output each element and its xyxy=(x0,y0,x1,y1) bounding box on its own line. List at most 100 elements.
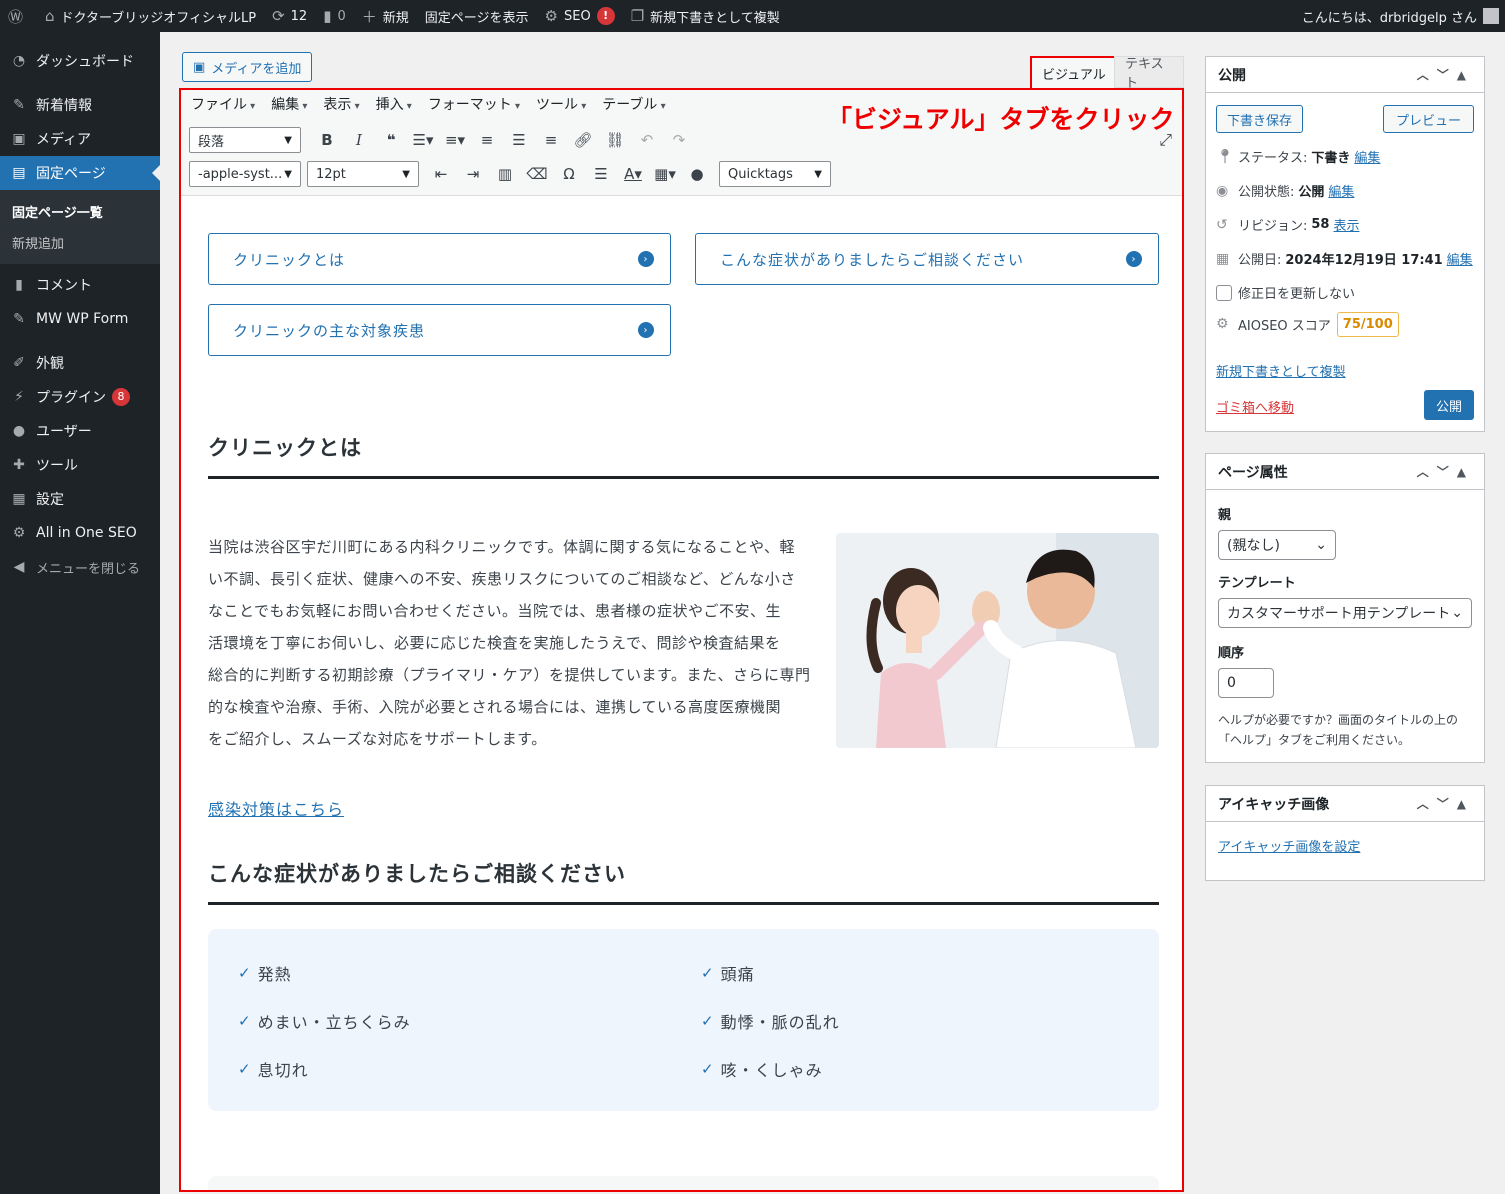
box-controls-icon[interactable]: ︿﹀▲ xyxy=(1417,463,1474,480)
submenu-all-pages[interactable]: 固定ページ一覧 xyxy=(0,196,160,227)
collapse-menu[interactable]: ◀ メニューを閉じる xyxy=(0,550,160,584)
font-size-select[interactable]: 12pt ▼ xyxy=(307,161,419,187)
menu-tools[interactable]: ツール xyxy=(536,94,586,114)
my-account[interactable]: こんにちは、drbridgelp さん xyxy=(1294,0,1505,32)
duplicate-draft-link[interactable]: ❐ 新規下書きとして複製 xyxy=(623,0,788,32)
number-list-icon[interactable]: ≡▾ xyxy=(441,127,469,153)
menu-file[interactable]: ファイル xyxy=(191,94,255,114)
editor-toolbar: ファイル 編集 表示 挿入 フォーマット ツール テーブル 「ビジュアル」タブを… xyxy=(181,90,1182,196)
publish-box-header[interactable]: 公開 ︿﹀▲ xyxy=(1206,57,1484,93)
edit-date-link[interactable]: 編集 xyxy=(1447,249,1473,268)
anchor-link-clinic[interactable]: クリニックとは › xyxy=(208,233,671,285)
chevron-down-icon: ⌄ xyxy=(1451,605,1463,621)
horizontal-line-icon[interactable]: ☰ xyxy=(587,161,615,187)
heading-symptoms: こんな症状がありましたらご相談ください xyxy=(208,858,1159,905)
font-family-select[interactable]: -apple-syst... ▼ xyxy=(189,161,301,187)
toolbar-row-1: 段落 ▼ B I ❝ ☰▾ ≡▾ ≡ ☰ ≡ 🔗︎ ⛓ ↶ ↷ xyxy=(189,126,693,154)
menu-format[interactable]: フォーマット xyxy=(428,94,520,114)
trash-link[interactable]: ゴミ箱へ移動 xyxy=(1216,397,1294,416)
menu-users[interactable]: ● ユーザー xyxy=(0,414,160,448)
redo-icon[interactable]: ↷ xyxy=(665,127,693,153)
edit-status-link[interactable]: 編集 xyxy=(1354,147,1380,166)
updates-link[interactable]: ⟳ 12 xyxy=(264,0,315,32)
anchor-link-symptoms[interactable]: こんな症状がありましたらご相談ください › xyxy=(695,233,1159,285)
set-featured-image-link[interactable]: アイキャッチ画像を設定 xyxy=(1218,836,1360,855)
quicktags-select[interactable]: Quicktags ▼ xyxy=(719,161,831,187)
view-page-link[interactable]: 固定ページを表示 xyxy=(417,0,537,32)
text-color-icon[interactable]: A▾ xyxy=(619,161,647,187)
menu-insert[interactable]: 挿入 xyxy=(376,94,412,114)
plus-icon: ＋ xyxy=(361,7,377,26)
outdent-icon[interactable]: ⇤ xyxy=(427,161,455,187)
special-char-icon[interactable]: Ω xyxy=(555,161,583,187)
menu-dashboard[interactable]: ◔ ダッシュボード xyxy=(0,44,160,78)
symptoms-list: ✓ 発熱 ✓ 頭痛 ✓ めまい・立ちくらみ ✓ 動悸・脈の乱れ ✓ 息切れ ✓ 咳・くしゃみ xyxy=(208,929,1159,1111)
menu-table[interactable]: テーブル xyxy=(602,94,665,114)
bullet-list-icon[interactable]: ☰▾ xyxy=(409,127,437,153)
new-content-link[interactable]: ＋新規 xyxy=(354,0,417,32)
menu-view[interactable]: 表示 xyxy=(323,94,359,114)
save-draft-button[interactable]: 下書き保存 xyxy=(1216,105,1304,133)
italic-icon[interactable]: I xyxy=(345,127,373,153)
view-revisions-link[interactable]: 表示 xyxy=(1333,215,1359,234)
infection-control-link[interactable]: 感染対策はこちら xyxy=(208,796,344,820)
parent-label: 親 xyxy=(1218,508,1232,523)
wp-logo-icon[interactable]: Ⓦ xyxy=(0,0,37,32)
bold-icon[interactable]: B xyxy=(313,127,341,153)
order-input[interactable]: 0 xyxy=(1218,668,1274,698)
table-icon[interactable]: ▦▾ xyxy=(651,161,679,187)
template-select[interactable]: カスタマーサポート用テンプレート ⌄ xyxy=(1218,598,1472,628)
link-icon[interactable]: 🔗︎ xyxy=(569,127,597,153)
featured-image-header[interactable]: アイキャッチ画像 ︿﹀▲ xyxy=(1206,786,1484,822)
page-attributes-header[interactable]: ページ属性 ︿﹀▲ xyxy=(1206,454,1484,490)
paste-text-icon[interactable]: ▥ xyxy=(491,161,519,187)
calendar-icon: ▦ xyxy=(1216,250,1230,267)
user-icon: ● xyxy=(12,423,26,439)
box-controls-icon[interactable]: ︿﹀▲ xyxy=(1417,795,1474,812)
menu-mw-wp-form[interactable]: ✎ MW WP Form xyxy=(0,302,160,336)
comments-link[interactable]: ▮ 0 xyxy=(315,0,354,32)
blockquote-icon[interactable]: ❝ xyxy=(377,127,405,153)
tab-text[interactable]: テキスト xyxy=(1114,56,1184,91)
parent-select[interactable]: (親なし) ⌄ xyxy=(1218,530,1336,560)
undo-icon[interactable]: ↶ xyxy=(633,127,661,153)
align-right-icon[interactable]: ≡ xyxy=(537,127,565,153)
submenu-add-new[interactable]: 新規追加 xyxy=(0,227,160,258)
menu-appearance[interactable]: ✐ 外観 xyxy=(0,346,160,380)
menu-media[interactable]: ▣ メディア xyxy=(0,122,160,156)
menu-tools[interactable]: ✚ ツール xyxy=(0,448,160,482)
revisions-row: ↺ リビジョン: 58 表示 xyxy=(1216,215,1360,235)
help-text: ヘルプが必要ですか？画面のタイトルの上の「ヘルプ」タブをご利用ください。 xyxy=(1218,713,1459,747)
menu-posts[interactable]: ✎ 新着情報 xyxy=(0,88,160,122)
no-update-date-checkbox[interactable] xyxy=(1216,284,1232,301)
menu-edit[interactable]: 編集 xyxy=(271,94,307,114)
publish-button[interactable]: 公開 xyxy=(1423,390,1474,420)
align-center-icon[interactable]: ☰ xyxy=(505,127,533,153)
unlink-icon[interactable]: ⛓ xyxy=(601,127,629,153)
anchor-link-diseases[interactable]: クリニックの主な対象疾患 › xyxy=(208,304,671,356)
format-select[interactable]: 段落 ▼ xyxy=(189,127,301,153)
tab-visual[interactable]: ビジュアル xyxy=(1030,56,1118,88)
menu-pages[interactable]: ▤ 固定ページ xyxy=(0,156,160,190)
preview-button[interactable]: プレビュー xyxy=(1382,105,1474,133)
aioseo-score-badge[interactable]: 75/100 xyxy=(1336,311,1399,337)
no-update-date-row[interactable]: 修正日を更新しない xyxy=(1216,283,1355,302)
fullscreen-icon[interactable]: ⤢ xyxy=(1159,130,1172,150)
box-controls-icon[interactable]: ︿﹀▲ xyxy=(1417,66,1474,83)
duplicate-draft-link[interactable]: 新規下書きとして複製 xyxy=(1216,361,1346,380)
menu-aioseo[interactable]: ⚙ All in One SEO xyxy=(0,516,160,550)
add-media-button[interactable]: ▣ メディアを追加 xyxy=(182,52,313,82)
plugins-update-badge: 8 xyxy=(112,388,130,406)
indent-icon[interactable]: ⇥ xyxy=(459,161,487,187)
help-icon[interactable]: ● xyxy=(683,161,711,187)
menu-plugins[interactable]: ⚡ プラグイン 8 xyxy=(0,380,160,414)
menu-settings[interactable]: ▦ 設定 xyxy=(0,482,160,516)
align-left-icon[interactable]: ≡ xyxy=(473,127,501,153)
edit-visibility-link[interactable]: 編集 xyxy=(1328,181,1354,200)
seo-menu[interactable]: ⚙ SEO! xyxy=(537,0,623,32)
site-name-link[interactable]: ⌂ ドクターブリッジオフィシャルLP xyxy=(37,0,264,32)
pages-submenu: 固定ページ一覧 新規追加 xyxy=(0,190,160,264)
home-icon: ⌂ xyxy=(45,7,55,25)
clear-format-icon[interactable]: ⌫ xyxy=(523,161,551,187)
menu-comments[interactable]: ▮ コメント xyxy=(0,268,160,302)
